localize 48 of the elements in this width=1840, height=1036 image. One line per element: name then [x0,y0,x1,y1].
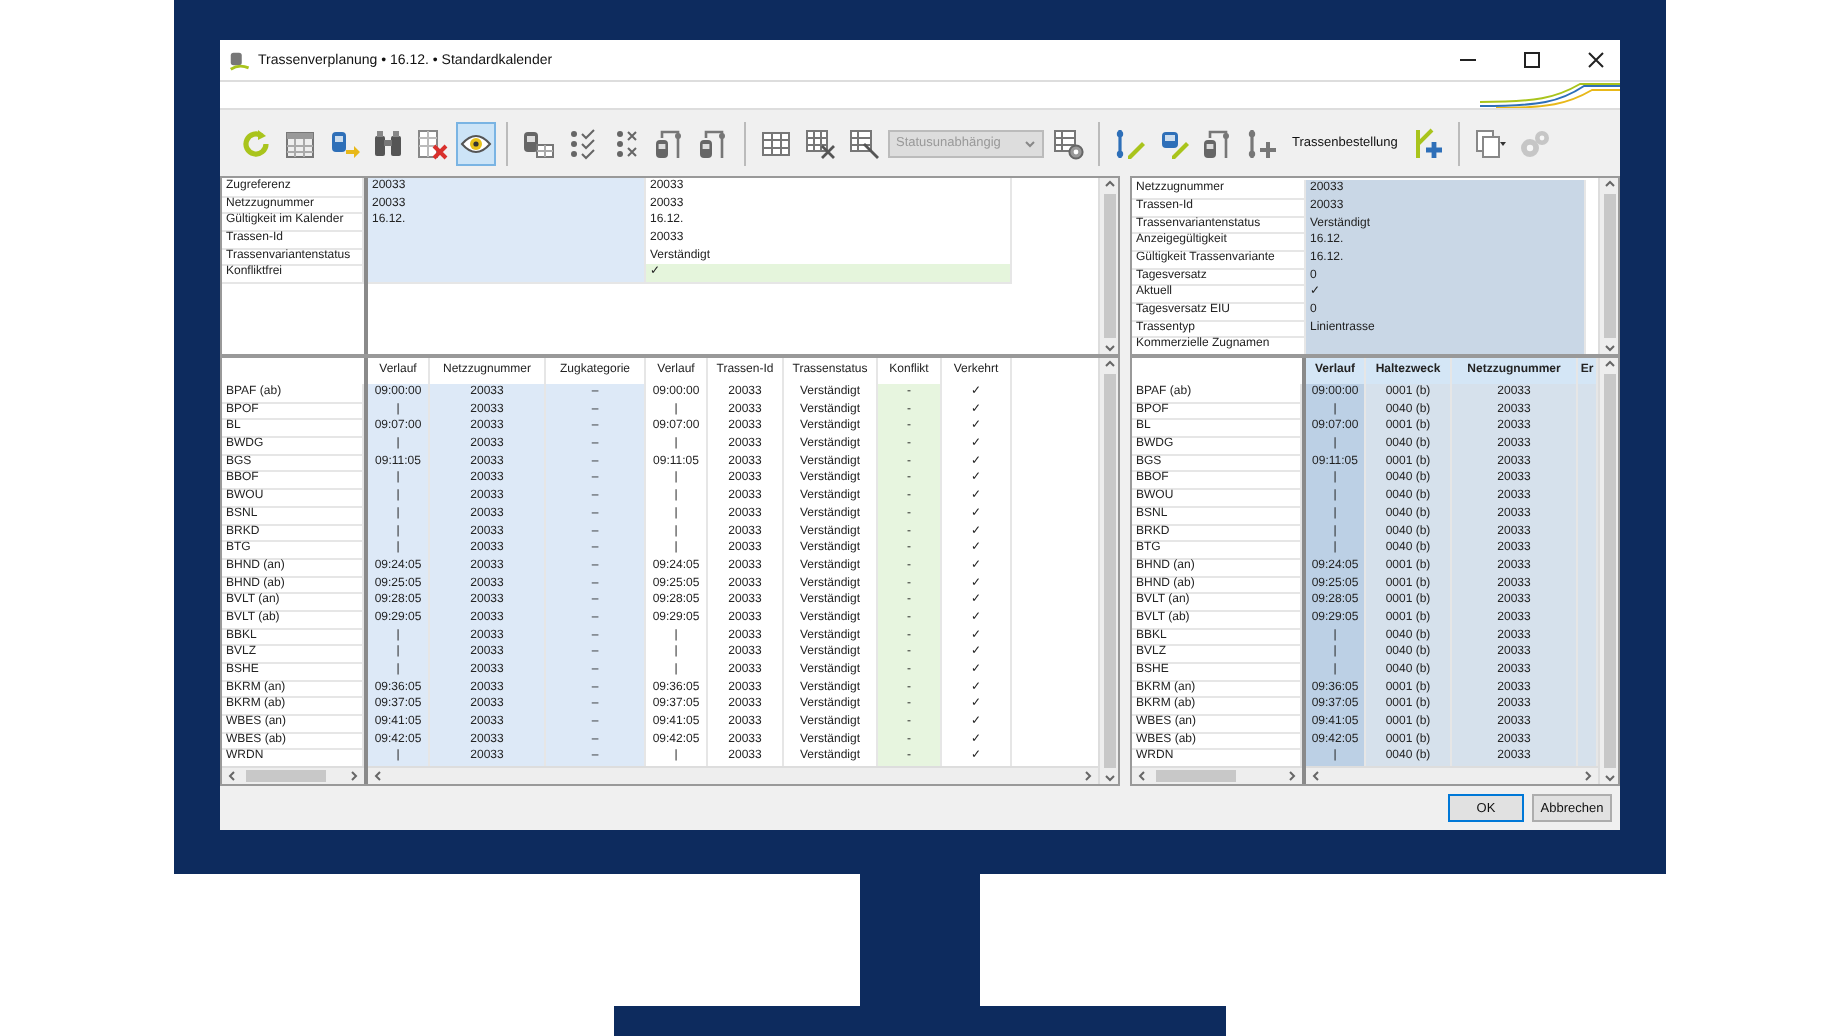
scroll-down-icon[interactable] [1103,772,1115,784]
caret-icon [1024,137,1036,149]
scroll-right-icon[interactable] [1286,770,1298,783]
calendar-icon [284,127,316,159]
scroll-up-icon[interactable] [1103,358,1115,370]
refresh-icon [240,127,272,159]
train-icon [522,127,554,159]
toolbar-button[interactable] [456,121,496,165]
checklist-icon [566,127,598,159]
logo-drawing [1480,82,1620,108]
branch-add-icon [1411,127,1444,159]
grid-delete-icon [804,127,836,159]
scroll-right-icon[interactable] [1582,770,1594,783]
train-link-icon [1202,127,1234,159]
scroll-left-icon[interactable] [372,770,384,783]
binoculars-icon [372,127,404,159]
train-edit-icon [1158,127,1190,159]
scroll-down-icon[interactable] [1103,342,1115,354]
app-icon [228,49,250,71]
table-delete-icon [416,127,448,159]
scrollbar[interactable] [1306,766,1598,784]
scroll-up-icon[interactable] [1603,358,1615,370]
scrollbar[interactable] [368,766,1098,784]
scrollbar[interactable] [1598,178,1618,354]
grid-icon [760,127,792,159]
scrollbar[interactable] [1098,358,1118,784]
scroll-down-icon[interactable] [1603,772,1615,784]
scroll-left-icon[interactable] [1136,770,1148,783]
scroll-left-icon[interactable] [1310,770,1322,783]
scroll-right-icon[interactable] [348,770,360,783]
scrollbar[interactable] [222,766,364,784]
scroll-right-icon[interactable] [1082,770,1094,783]
route-add-icon [1246,127,1278,159]
train-link-icon [698,127,730,159]
scrollbar[interactable] [1598,358,1618,784]
scroll-left-icon[interactable] [226,770,238,783]
scroll-up-icon[interactable] [1103,178,1115,190]
train-icon [328,127,360,159]
grid-cursor-icon [848,127,880,159]
train-link-icon [654,127,686,159]
scroll-down-icon[interactable] [1603,342,1615,354]
scroll-up-icon[interactable] [1603,178,1615,190]
scrollbar[interactable] [1132,766,1302,784]
route-edit-icon [1114,127,1146,159]
settings-icon [1517,127,1550,159]
grid-settings-icon [1052,127,1084,159]
copy-icon [1473,127,1506,159]
scrollbar[interactable] [1098,178,1118,354]
